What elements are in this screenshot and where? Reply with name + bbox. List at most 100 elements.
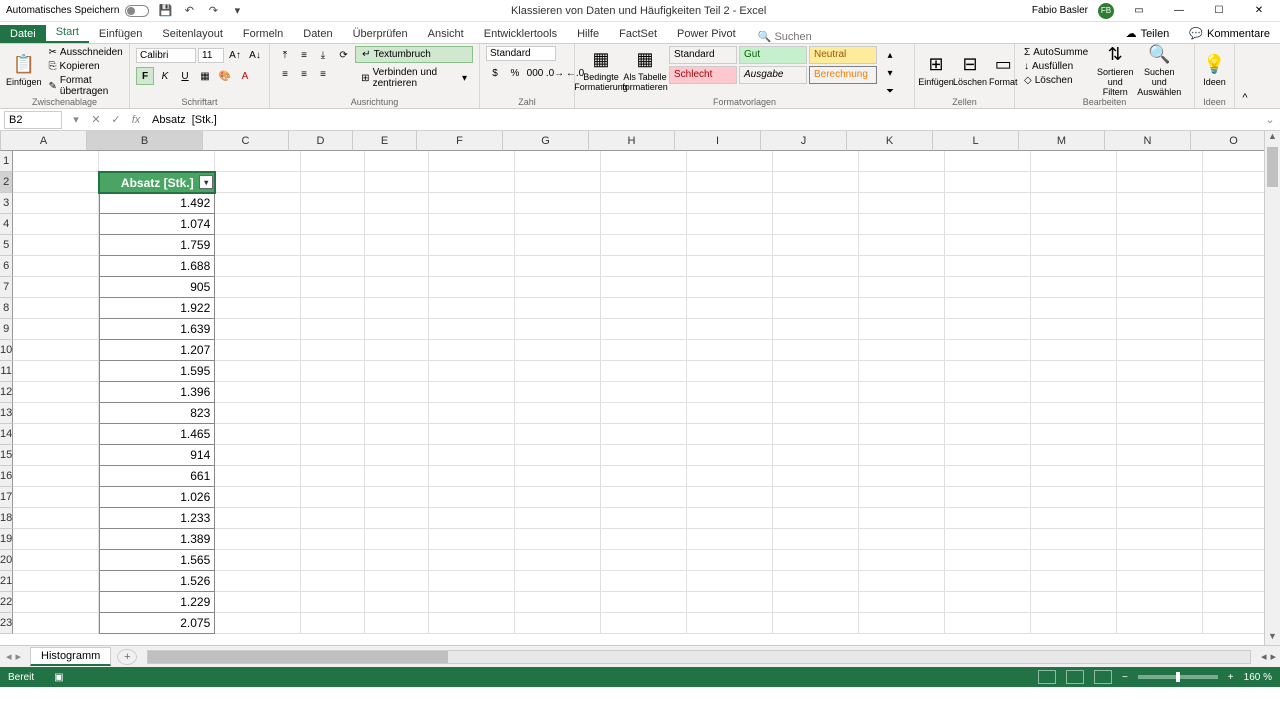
cell-F5[interactable] [429, 235, 515, 256]
cell-C23[interactable] [215, 613, 301, 634]
cell-E2[interactable] [365, 172, 429, 193]
cell-I20[interactable] [687, 550, 773, 571]
cell-O20[interactable] [1203, 550, 1264, 571]
cell-D17[interactable] [301, 487, 365, 508]
cell-D14[interactable] [301, 424, 365, 445]
cell-C15[interactable] [215, 445, 301, 466]
cell-E21[interactable] [365, 571, 429, 592]
tab-start[interactable]: Start [46, 23, 89, 43]
cell-A14[interactable] [13, 424, 99, 445]
zoom-in-button[interactable]: + [1228, 672, 1234, 683]
cell-E16[interactable] [365, 466, 429, 487]
cell-D3[interactable] [301, 193, 365, 214]
cell-L7[interactable] [945, 277, 1031, 298]
cell-F16[interactable] [429, 466, 515, 487]
cell-H10[interactable] [601, 340, 687, 361]
tab-file[interactable]: Datei [0, 25, 46, 43]
cell-A16[interactable] [13, 466, 99, 487]
cell-D10[interactable] [301, 340, 365, 361]
styles-down-icon[interactable]: ▾ [881, 64, 899, 82]
tab-hilfe[interactable]: Hilfe [567, 25, 609, 43]
cell-M9[interactable] [1031, 319, 1117, 340]
cell-F4[interactable] [429, 214, 515, 235]
row-header-5[interactable]: 5 [0, 235, 13, 256]
delete-cells-button[interactable]: ⊟Löschen [955, 46, 985, 94]
cell-N11[interactable] [1117, 361, 1203, 382]
cell-O14[interactable] [1203, 424, 1264, 445]
cell-I9[interactable] [687, 319, 773, 340]
cell-L9[interactable] [945, 319, 1031, 340]
italic-button[interactable]: K [156, 67, 174, 85]
cell-B2[interactable]: Absatz [Stk.]▾ [99, 172, 215, 193]
cell-E13[interactable] [365, 403, 429, 424]
cell-G6[interactable] [515, 256, 601, 277]
cell-M5[interactable] [1031, 235, 1117, 256]
cell-K5[interactable] [859, 235, 945, 256]
cell-C22[interactable] [215, 592, 301, 613]
cell-F8[interactable] [429, 298, 515, 319]
sort-filter-button[interactable]: ⇅Sortieren und Filtern [1095, 46, 1135, 94]
cell-L20[interactable] [945, 550, 1031, 571]
cell-E4[interactable] [365, 214, 429, 235]
cell-A23[interactable] [13, 613, 99, 634]
cell-I4[interactable] [687, 214, 773, 235]
cell-L1[interactable] [945, 151, 1031, 172]
cell-N18[interactable] [1117, 508, 1203, 529]
cell-N16[interactable] [1117, 466, 1203, 487]
cell-N4[interactable] [1117, 214, 1203, 235]
cell-B15[interactable]: 914 [99, 445, 215, 466]
cell-J11[interactable] [773, 361, 859, 382]
cell-L2[interactable] [945, 172, 1031, 193]
cell-G4[interactable] [515, 214, 601, 235]
cell-E23[interactable] [365, 613, 429, 634]
cell-O9[interactable] [1203, 319, 1264, 340]
font-color-button[interactable]: A [236, 67, 254, 85]
minimize-button[interactable]: — [1164, 1, 1194, 21]
cell-G7[interactable] [515, 277, 601, 298]
cell-I1[interactable] [687, 151, 773, 172]
normal-view-button[interactable] [1038, 670, 1056, 684]
cell-A8[interactable] [13, 298, 99, 319]
cell-J18[interactable] [773, 508, 859, 529]
cell-F22[interactable] [429, 592, 515, 613]
cell-N22[interactable] [1117, 592, 1203, 613]
cell-J21[interactable] [773, 571, 859, 592]
cell-K14[interactable] [859, 424, 945, 445]
cell-I15[interactable] [687, 445, 773, 466]
sheet-nav-prev-icon[interactable]: ◂ [6, 650, 12, 663]
tab-power pivot[interactable]: Power Pivot [667, 25, 746, 43]
cell-J2[interactable] [773, 172, 859, 193]
tab-einfügen[interactable]: Einfügen [89, 25, 152, 43]
col-header-C[interactable]: C [203, 131, 289, 151]
cell-M15[interactable] [1031, 445, 1117, 466]
cell-D8[interactable] [301, 298, 365, 319]
cell-G15[interactable] [515, 445, 601, 466]
cell-A21[interactable] [13, 571, 99, 592]
cell-G13[interactable] [515, 403, 601, 424]
cell-G1[interactable] [515, 151, 601, 172]
save-icon[interactable]: 💾 [157, 3, 173, 19]
cell-N13[interactable] [1117, 403, 1203, 424]
cell-N17[interactable] [1117, 487, 1203, 508]
cell-F2[interactable] [429, 172, 515, 193]
cell-E19[interactable] [365, 529, 429, 550]
increase-font-icon[interactable]: A↑ [226, 46, 244, 64]
row-header-14[interactable]: 14 [0, 424, 13, 445]
cell-B18[interactable]: 1.233 [99, 508, 215, 529]
cell-L5[interactable] [945, 235, 1031, 256]
cell-B14[interactable]: 1.465 [99, 424, 215, 445]
cell-D18[interactable] [301, 508, 365, 529]
cell-D15[interactable] [301, 445, 365, 466]
cell-N23[interactable] [1117, 613, 1203, 634]
cell-K7[interactable] [859, 277, 945, 298]
cell-N20[interactable] [1117, 550, 1203, 571]
cell-E15[interactable] [365, 445, 429, 466]
comments-button[interactable]: 💬 Kommentare [1179, 24, 1280, 43]
cell-D13[interactable] [301, 403, 365, 424]
cell-L17[interactable] [945, 487, 1031, 508]
table-filter-icon[interactable]: ▾ [199, 175, 213, 189]
cell-O18[interactable] [1203, 508, 1264, 529]
orientation-icon[interactable]: ⟳ [336, 46, 351, 64]
cell-D19[interactable] [301, 529, 365, 550]
bold-button[interactable]: F [136, 67, 154, 85]
